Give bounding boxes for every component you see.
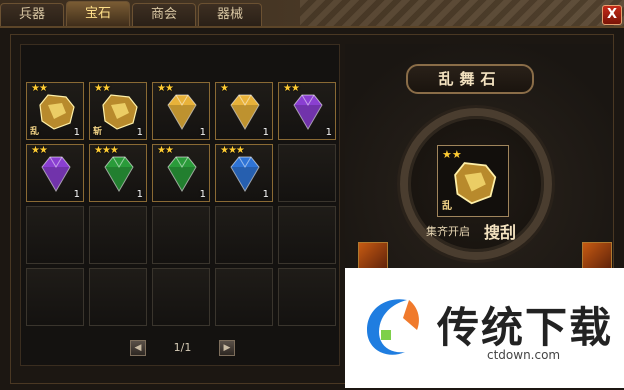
inventory-slot[interactable] bbox=[278, 268, 336, 326]
inventory-slot[interactable]: ★★ 1 bbox=[278, 82, 336, 140]
item-stars: ★★★ bbox=[94, 145, 119, 156]
gem-icon bbox=[293, 94, 323, 130]
item-count: 1 bbox=[262, 127, 269, 138]
item-stars: ★ bbox=[220, 83, 229, 94]
ore-icon bbox=[102, 94, 138, 130]
inventory-slot[interactable] bbox=[278, 144, 336, 202]
tab-machinery[interactable]: 器械 bbox=[198, 3, 263, 26]
inventory-slot[interactable] bbox=[89, 206, 147, 264]
item-tag: 斩 bbox=[93, 127, 103, 137]
ore-icon bbox=[39, 94, 75, 130]
item-tag: 乱 bbox=[30, 127, 40, 137]
inventory-slot[interactable] bbox=[215, 206, 273, 264]
inventory-slot[interactable]: ★★★ 1 bbox=[89, 144, 147, 202]
item-stars: ★★★ bbox=[220, 145, 245, 156]
close-button[interactable]: X bbox=[602, 5, 622, 25]
item-count: 1 bbox=[199, 189, 206, 200]
inventory-slot[interactable] bbox=[26, 206, 84, 264]
detail-item-slot[interactable]: ★★ 乱 bbox=[437, 145, 509, 217]
item-count: 1 bbox=[136, 189, 143, 200]
collect-label: 集齐开启 搜刮 bbox=[426, 219, 546, 242]
inventory-slot[interactable]: ★★ 1 bbox=[152, 144, 210, 202]
detail-item-tag: 乱 bbox=[442, 201, 452, 212]
item-count: 1 bbox=[136, 127, 143, 138]
item-stars: ★★ bbox=[31, 145, 48, 156]
inventory-slot[interactable]: ★★ 1 bbox=[152, 82, 210, 140]
gem-icon bbox=[41, 156, 71, 192]
gem-icon bbox=[230, 156, 260, 192]
tab-weapons[interactable]: 兵器 bbox=[0, 3, 65, 26]
collect-small-text: 集齐开启 bbox=[426, 225, 470, 238]
prev-page-button[interactable]: ◀ bbox=[130, 340, 146, 356]
item-stars: ★★ bbox=[283, 83, 300, 94]
item-stars: ★★ bbox=[157, 83, 174, 94]
detail-title: 乱舞石 bbox=[406, 64, 534, 94]
inventory-slot[interactable] bbox=[152, 268, 210, 326]
next-page-button[interactable]: ▶ bbox=[219, 340, 235, 356]
item-stars: ★★ bbox=[94, 83, 111, 94]
item-count: 1 bbox=[262, 189, 269, 200]
tab-gems[interactable]: 宝石 bbox=[66, 1, 131, 26]
brand-logo-icon bbox=[367, 299, 419, 355]
item-stars: ★★ bbox=[157, 145, 174, 156]
item-count: 1 bbox=[73, 127, 80, 138]
inventory-slot[interactable]: ★★ 乱 1 bbox=[26, 82, 84, 140]
inventory-slot[interactable]: ★★ 1 bbox=[26, 144, 84, 202]
gem-icon bbox=[230, 94, 260, 130]
inventory-slot[interactable] bbox=[215, 268, 273, 326]
watermark-url: ctdown.com bbox=[487, 348, 561, 362]
watermark-brand: 传统下载 bbox=[437, 303, 614, 352]
inventory-slot[interactable]: ★ 1 bbox=[215, 82, 273, 140]
tab-bar: 兵器 宝石 商会 器械 bbox=[0, 1, 263, 27]
ore-icon bbox=[454, 162, 497, 205]
inventory-slot[interactable] bbox=[278, 206, 336, 264]
page-indicator: 1/1 bbox=[173, 341, 192, 354]
item-stars: ★★ bbox=[31, 83, 48, 94]
gem-icon bbox=[167, 94, 197, 130]
gem-icon bbox=[167, 156, 197, 192]
detail-item-stars: ★★ bbox=[442, 148, 462, 161]
collect-big-text: 搜刮 bbox=[484, 223, 517, 242]
inventory-slot[interactable] bbox=[89, 268, 147, 326]
background-scene bbox=[300, 0, 624, 26]
inventory-slot[interactable]: ★★★ 1 bbox=[215, 144, 273, 202]
gem-icon bbox=[104, 156, 134, 192]
inventory-slot[interactable] bbox=[26, 268, 84, 326]
pager: ◀ 1/1 ▶ bbox=[130, 340, 235, 356]
item-count: 1 bbox=[199, 127, 206, 138]
tab-trade[interactable]: 商会 bbox=[132, 3, 197, 26]
item-count: 1 bbox=[73, 189, 80, 200]
inventory-slot[interactable] bbox=[152, 206, 210, 264]
inventory-slot[interactable]: ★★ 斩 1 bbox=[89, 82, 147, 140]
item-count: 1 bbox=[325, 127, 332, 138]
